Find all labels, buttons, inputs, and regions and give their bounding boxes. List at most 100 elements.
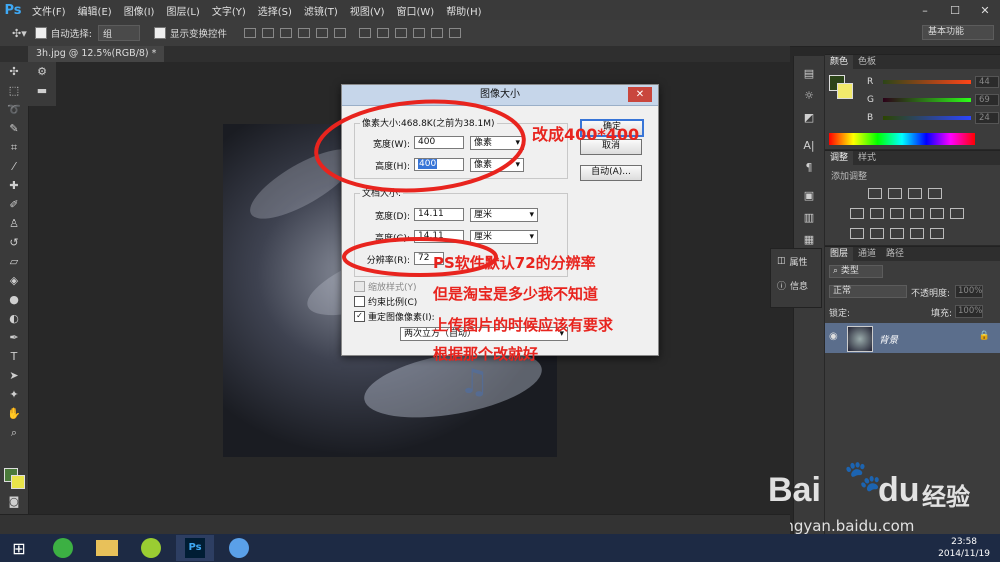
align-bottom-icon[interactable] (279, 28, 292, 38)
menu-layer[interactable]: 图层(L) (160, 3, 205, 18)
path-select-icon[interactable]: ➤ (0, 366, 28, 385)
workspace-dropdown[interactable]: 基本功能 (922, 25, 994, 40)
properties-item[interactable]: ◫ 属性 (771, 249, 821, 273)
fill-input[interactable]: 100% (955, 305, 983, 318)
slider-g[interactable]: G (867, 93, 971, 107)
background-color-swatch[interactable] (11, 475, 25, 489)
file-explorer-icon[interactable] (88, 535, 126, 561)
align-middle-icon[interactable] (261, 28, 274, 38)
close-button[interactable]: ✕ (970, 0, 1000, 20)
distribute-top-icon[interactable] (358, 28, 371, 38)
blur-tool-icon[interactable]: ● (0, 290, 28, 309)
gradient-map-icon[interactable] (930, 228, 944, 239)
quick-select-tool-icon[interactable]: ✎ (0, 119, 28, 138)
posterize-icon[interactable] (870, 228, 884, 239)
eyedropper-tool-icon[interactable]: ⁄ (0, 157, 28, 176)
curves-icon[interactable] (908, 188, 922, 199)
threshold-icon[interactable] (890, 228, 904, 239)
move-tool-icon[interactable]: ✣▾ (12, 27, 27, 40)
adjust-icon[interactable]: ☼ (794, 84, 824, 106)
channel-mixer-icon[interactable] (950, 208, 964, 219)
tool-preset-icon[interactable]: ⚙ (28, 62, 56, 81)
move-tool-icon[interactable]: ✣ (0, 62, 28, 81)
slider-r-value[interactable]: 44 (975, 76, 999, 88)
eraser-tool-icon[interactable]: ▱ (0, 252, 28, 271)
browser-icon[interactable] (132, 535, 170, 561)
eye-icon[interactable]: ◉ (829, 331, 838, 342)
slider-b[interactable]: B (867, 111, 971, 125)
auto-select-checkbox[interactable] (34, 27, 47, 39)
align-top-icon[interactable] (243, 28, 256, 38)
black-white-icon[interactable] (910, 208, 924, 219)
align-right-icon[interactable] (333, 28, 346, 38)
tab-channels[interactable]: 通道 (853, 247, 881, 261)
hue-saturation-icon[interactable] (870, 208, 884, 219)
menu-file[interactable]: 文件(F) (26, 3, 72, 18)
align-center-icon[interactable] (315, 28, 328, 38)
refresh-app-icon[interactable] (44, 535, 82, 561)
photo-filter-icon[interactable] (930, 208, 944, 219)
tab-color[interactable]: 颜色 (825, 55, 854, 69)
selective-color-icon[interactable] (910, 228, 924, 239)
constrain-proportions-checkbox[interactable] (354, 296, 365, 307)
brightness-icon[interactable] (868, 188, 882, 199)
distribute-middle-icon[interactable] (376, 28, 389, 38)
clone-stamp-icon[interactable]: ♙ (0, 214, 28, 233)
clone-source-icon[interactable]: ▣ (794, 184, 824, 206)
history-brush-icon[interactable]: ↺ (0, 233, 28, 252)
menu-help[interactable]: 帮助(H) (440, 3, 487, 18)
distribute-bottom-icon[interactable] (394, 28, 407, 38)
color-bg-swatch[interactable] (837, 83, 853, 99)
system-clock[interactable]: 23:58 2014/11/19 (938, 536, 990, 560)
brush-panel-icon[interactable]: ▥ (794, 206, 824, 228)
healing-brush-icon[interactable]: ✚ (0, 176, 28, 195)
tab-styles[interactable]: 样式 (853, 151, 881, 165)
windows-start-icon[interactable]: ⊞ (0, 535, 38, 561)
tab-adjustments[interactable]: 调整 (825, 151, 854, 165)
marquee-tool-icon[interactable]: ⬚ (0, 81, 28, 100)
shape-tool-icon[interactable]: ✦ (0, 385, 28, 404)
tab-layers[interactable]: 图层 (825, 247, 854, 261)
blend-mode-dropdown[interactable]: 正常 (829, 285, 907, 298)
info-item[interactable]: ⓘ 信息 (771, 273, 821, 297)
distribute-center-icon[interactable] (430, 28, 443, 38)
tab-paths[interactable]: 路径 (881, 247, 909, 261)
menu-edit[interactable]: 编辑(E) (72, 3, 118, 18)
levels-icon[interactable] (888, 188, 902, 199)
vibrance-icon[interactable] (850, 208, 864, 219)
paragraph-icon[interactable]: ¶ (794, 156, 824, 178)
layer-row-background[interactable]: ◉ 背景 🔒 (825, 323, 1000, 353)
menu-window[interactable]: 窗口(W) (390, 3, 440, 18)
show-transform-checkbox[interactable] (153, 27, 166, 39)
color-balance-icon[interactable] (890, 208, 904, 219)
lasso-tool-icon[interactable]: ➰ (0, 100, 28, 119)
distribute-left-icon[interactable] (412, 28, 425, 38)
slider-r[interactable]: R (867, 75, 971, 89)
color-spectrum-bar[interactable] (829, 133, 975, 145)
slider-b-value[interactable]: 24 (975, 112, 999, 124)
navigator-icon[interactable]: ◩ (794, 106, 824, 128)
menu-image[interactable]: 图像(I) (118, 3, 161, 18)
brush-tool-icon[interactable]: ✐ (0, 195, 28, 214)
zoom-tool-icon[interactable]: ⌕ (0, 423, 28, 442)
layer-filter-dropdown[interactable]: ⌕ 类型 (829, 265, 883, 278)
align-left-icon[interactable] (297, 28, 310, 38)
hand-tool-icon[interactable]: ✋ (0, 404, 28, 423)
paint-bucket-icon[interactable]: ◈ (0, 271, 28, 290)
auto-select-dropdown[interactable]: 组 (97, 25, 140, 41)
quick-mask-icon[interactable]: ◙ (0, 492, 28, 511)
slider-g-value[interactable]: 69 (975, 94, 999, 106)
character-icon[interactable]: A| (794, 134, 824, 156)
menu-select[interactable]: 选择(S) (252, 3, 298, 18)
crop-tool-icon[interactable]: ⌗ (0, 138, 28, 157)
exposure-icon[interactable] (928, 188, 942, 199)
opacity-input[interactable]: 100% (955, 285, 983, 298)
resample-checkbox[interactable]: ✓ (354, 311, 365, 322)
minimize-button[interactable]: – (910, 0, 940, 20)
actions-icon[interactable]: ▦ (794, 228, 824, 250)
menu-view[interactable]: 视图(V) (344, 3, 391, 18)
dodge-tool-icon[interactable]: ◐ (0, 309, 28, 328)
history-icon[interactable]: ▤ (794, 62, 824, 84)
tab-swatches[interactable]: 色板 (853, 55, 881, 69)
pen-tool-icon[interactable]: ✒ (0, 328, 28, 347)
